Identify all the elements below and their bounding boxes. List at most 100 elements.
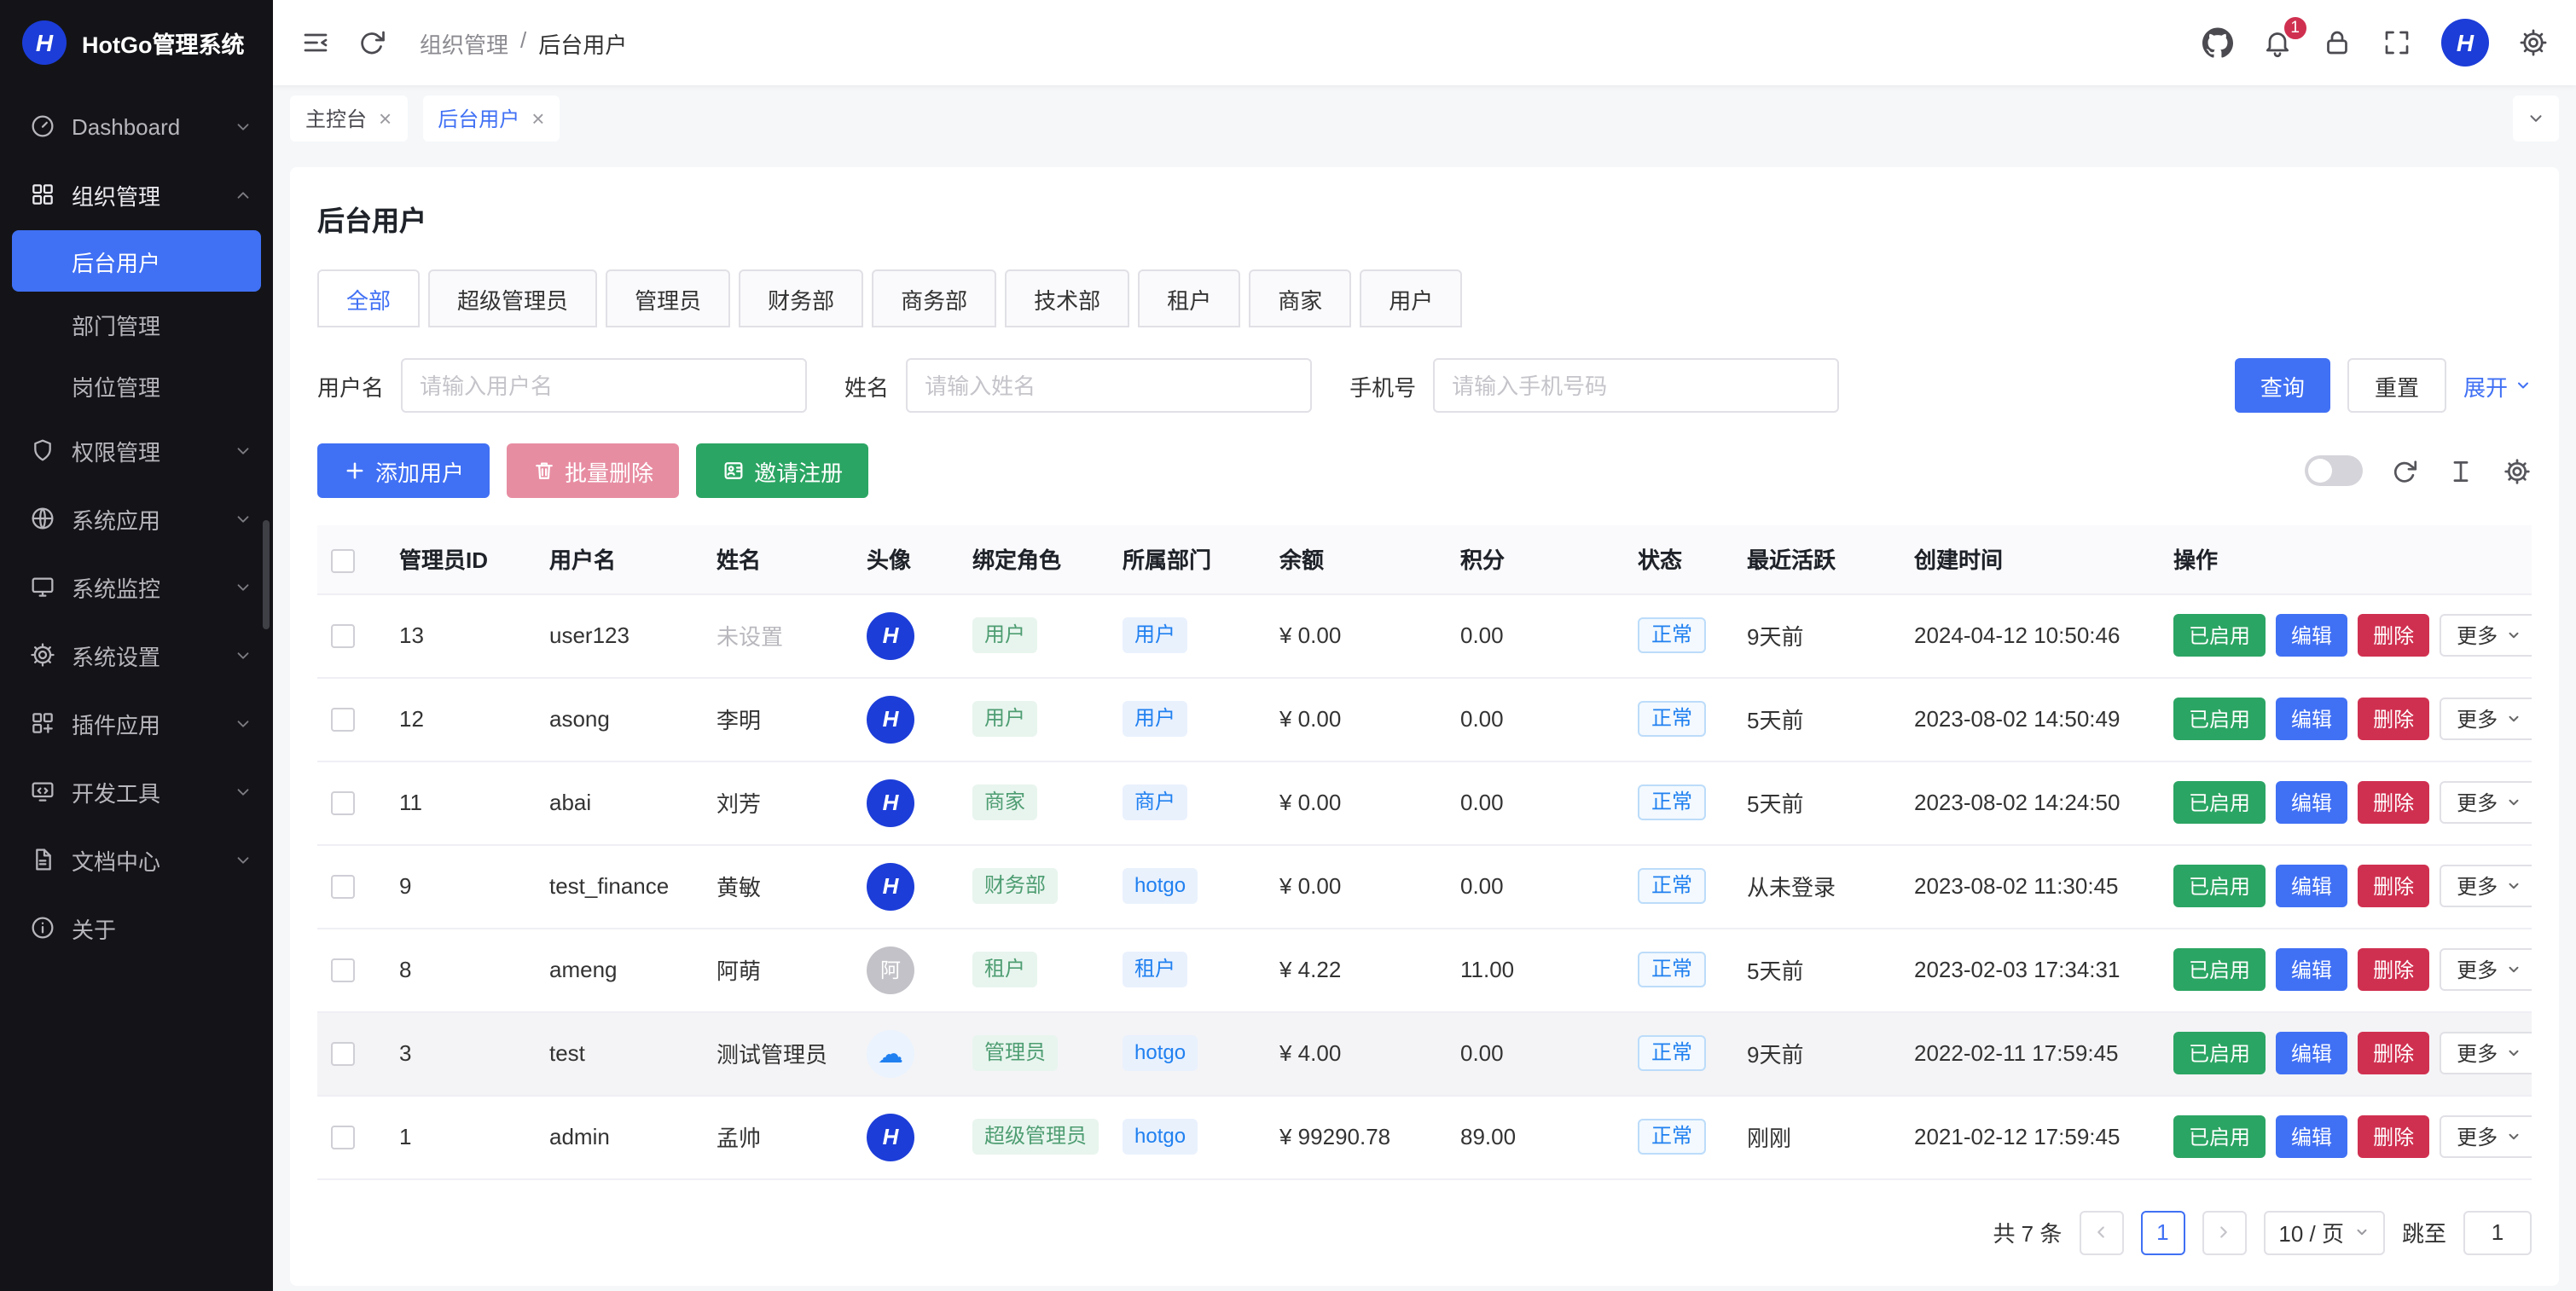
sidebar-item-position-management[interactable]: 岗位管理: [0, 355, 273, 416]
tab-tenant[interactable]: 租户: [1138, 269, 1240, 327]
user-avatar[interactable]: H: [2441, 19, 2489, 67]
enabled-button[interactable]: 已启用: [2173, 1032, 2266, 1074]
gear-icon[interactable]: [2518, 27, 2549, 58]
sidebar-item-dev-tools[interactable]: 开发工具: [0, 757, 273, 825]
edit-button[interactable]: 编辑: [2276, 781, 2347, 824]
username-input[interactable]: [401, 358, 807, 413]
tab-tech-dept[interactable]: 技术部: [1005, 269, 1129, 327]
tab-admin[interactable]: 管理员: [606, 269, 730, 327]
query-button[interactable]: 查询: [2235, 358, 2330, 413]
lock-icon[interactable]: [2322, 27, 2353, 58]
invite-register-button[interactable]: 邀请注册: [696, 443, 868, 498]
expand-link[interactable]: 展开: [2463, 369, 2532, 402]
hotgo-logo-avatar[interactable]: H: [867, 779, 914, 826]
more-button[interactable]: 更多: [2440, 865, 2532, 907]
close-icon[interactable]: ×: [531, 107, 544, 129]
tab-super-admin[interactable]: 超级管理员: [428, 269, 597, 327]
sidebar-item-backend-users[interactable]: 后台用户: [12, 230, 261, 292]
tab-user[interactable]: 用户: [1360, 269, 1462, 327]
tab-dashboard-console[interactable]: 主控台 ×: [290, 95, 407, 141]
sidebar-item-doc-center[interactable]: 文档中心: [0, 825, 273, 894]
enabled-button[interactable]: 已启用: [2173, 1115, 2266, 1158]
app-logo[interactable]: H HotGo管理系统: [0, 0, 273, 85]
reload-table-icon[interactable]: [2390, 456, 2419, 485]
tabbar-dropdown-button[interactable]: [2513, 95, 2559, 141]
batch-delete-button[interactable]: 批量删除: [507, 443, 679, 498]
sidebar-item-system-settings[interactable]: 系统设置: [0, 621, 273, 689]
more-button[interactable]: 更多: [2440, 781, 2532, 824]
breadcrumb-page[interactable]: 后台用户: [538, 26, 627, 59]
row-checkbox[interactable]: [331, 625, 355, 649]
page-size-select[interactable]: 10 / 页: [2263, 1210, 2385, 1254]
row-checkbox[interactable]: [331, 959, 355, 983]
striped-toggle[interactable]: [2305, 455, 2363, 486]
edit-button[interactable]: 编辑: [2276, 698, 2347, 740]
enabled-button[interactable]: 已启用: [2173, 698, 2266, 740]
sidebar-item-dashboard[interactable]: Dashboard: [0, 92, 273, 160]
edit-button[interactable]: 编辑: [2276, 1032, 2347, 1074]
add-user-button[interactable]: 添加用户: [317, 443, 490, 498]
sidebar-item-permission-management[interactable]: 权限管理: [0, 416, 273, 484]
sidebar-item-system-monitor[interactable]: 系统监控: [0, 553, 273, 621]
close-icon[interactable]: ×: [379, 107, 392, 129]
enabled-button[interactable]: 已启用: [2173, 865, 2266, 907]
phone-input[interactable]: [1433, 358, 1839, 413]
tab-business-dept[interactable]: 商务部: [872, 269, 996, 327]
cloud-avatar[interactable]: ☁: [867, 1029, 914, 1077]
next-page-button[interactable]: [2202, 1210, 2246, 1254]
tab-merchant[interactable]: 商家: [1249, 269, 1351, 327]
select-all-checkbox[interactable]: [331, 548, 355, 572]
sidebar-item-system-apps[interactable]: 系统应用: [0, 484, 273, 553]
github-icon[interactable]: [2202, 27, 2233, 58]
sidebar-item-about[interactable]: 关于: [0, 894, 273, 962]
row-checkbox[interactable]: [331, 792, 355, 816]
reset-button[interactable]: 重置: [2347, 358, 2446, 413]
row-checkbox[interactable]: [331, 1043, 355, 1067]
tab-finance-dept[interactable]: 财务部: [739, 269, 863, 327]
hotgo-logo-avatar[interactable]: H: [867, 1113, 914, 1161]
hotgo-logo-avatar[interactable]: H: [867, 611, 914, 659]
notification-bell[interactable]: 1: [2262, 27, 2293, 58]
hotgo-logo-avatar[interactable]: H: [867, 862, 914, 910]
edit-button[interactable]: 编辑: [2276, 948, 2347, 991]
gray-letter-avatar[interactable]: 阿: [867, 946, 914, 993]
sidebar-item-department-management[interactable]: 部门管理: [0, 293, 273, 355]
enabled-button[interactable]: 已启用: [2173, 948, 2266, 991]
more-button[interactable]: 更多: [2440, 1115, 2532, 1158]
row-checkbox[interactable]: [331, 1126, 355, 1150]
breadcrumb-section[interactable]: 组织管理: [420, 26, 508, 59]
enabled-button[interactable]: 已启用: [2173, 614, 2266, 657]
edit-button[interactable]: 编辑: [2276, 614, 2347, 657]
row-checkbox[interactable]: [331, 876, 355, 900]
more-button[interactable]: 更多: [2440, 948, 2532, 991]
enabled-button[interactable]: 已启用: [2173, 781, 2266, 824]
delete-button[interactable]: 删除: [2358, 948, 2429, 991]
hotgo-logo-avatar[interactable]: H: [867, 695, 914, 743]
prev-page-button[interactable]: [2079, 1210, 2123, 1254]
delete-button[interactable]: 删除: [2358, 865, 2429, 907]
row-checkbox[interactable]: [331, 709, 355, 732]
delete-button[interactable]: 删除: [2358, 781, 2429, 824]
tab-all[interactable]: 全部: [317, 269, 420, 327]
refresh-icon[interactable]: [357, 27, 387, 58]
edit-button[interactable]: 编辑: [2276, 1115, 2347, 1158]
delete-button[interactable]: 删除: [2358, 1032, 2429, 1074]
delete-button[interactable]: 删除: [2358, 1115, 2429, 1158]
delete-button[interactable]: 删除: [2358, 698, 2429, 740]
edit-button[interactable]: 编辑: [2276, 865, 2347, 907]
more-button[interactable]: 更多: [2440, 1032, 2532, 1074]
menu-fold-icon[interactable]: [300, 27, 331, 58]
sidebar-item-org-management[interactable]: 组织管理: [0, 160, 273, 229]
sidebar-scrollbar[interactable]: [263, 520, 270, 629]
sidebar-item-plugin-apps[interactable]: 插件应用: [0, 689, 273, 757]
more-button[interactable]: 更多: [2440, 698, 2532, 740]
column-settings-gear-icon[interactable]: [2503, 456, 2532, 485]
delete-button[interactable]: 删除: [2358, 614, 2429, 657]
row-density-icon[interactable]: [2446, 456, 2475, 485]
name-input[interactable]: [906, 358, 1312, 413]
fullscreen-icon[interactable]: [2382, 27, 2412, 58]
jump-to-input[interactable]: [2463, 1210, 2532, 1254]
page-number-button[interactable]: 1: [2140, 1210, 2184, 1254]
tab-backend-users[interactable]: 后台用户 ×: [422, 95, 560, 141]
more-button[interactable]: 更多: [2440, 614, 2532, 657]
